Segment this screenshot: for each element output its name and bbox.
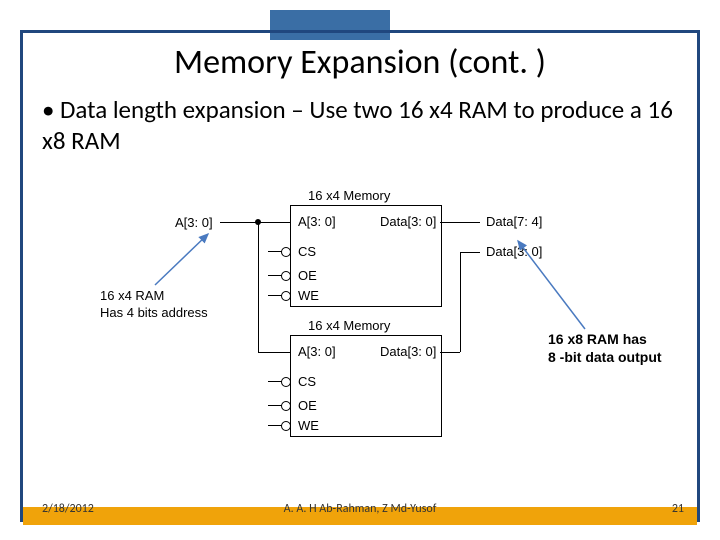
mem2-cs-wire: [268, 381, 282, 382]
mem2-cs-bubble: [281, 377, 291, 387]
bullet-text: Data length expansion – Use two 16 x4 RA…: [42, 94, 673, 156]
mem2-data-h: [440, 352, 460, 353]
arrow-left-callout: [150, 230, 220, 290]
mem2-addr-pin: A[3: 0]: [298, 344, 336, 359]
mem1-oe-pin: OE: [298, 268, 317, 283]
mem2-cs-pin: CS: [298, 374, 316, 389]
mem2-oe-pin: OE: [298, 398, 317, 413]
callout-left-line1: 16 x4 RAM: [100, 288, 208, 305]
mem2-data-pin: Data[3: 0]: [380, 344, 436, 359]
slide-title: Memory Expansion (cont. ): [40, 42, 680, 83]
wire-addr-vert: [258, 222, 259, 352]
footer-authors: A. A. H Ab-Rahman, Z Md-Yusof: [0, 502, 720, 516]
wire-addr-h2: [258, 352, 290, 353]
mem2-oe-wire: [268, 405, 282, 406]
mem1-oe-wire: [268, 275, 282, 276]
addr-input-label: A[3: 0]: [175, 215, 213, 230]
mem1-we-wire: [268, 295, 282, 296]
out-hi-label: Data[7: 4]: [486, 214, 542, 229]
mem2-data-h2: [460, 252, 480, 253]
bullet-point: •Data length expansion – Use two 16 x4 R…: [42, 94, 682, 157]
mem1-data-pin: Data[3: 0]: [380, 214, 436, 229]
mem1-we-bubble: [281, 291, 291, 301]
mem2-oe-bubble: [281, 401, 291, 411]
mem1-addr-pin: A[3: 0]: [298, 214, 336, 229]
mem2-we-wire: [268, 425, 282, 426]
arrow-right-callout: [510, 237, 600, 337]
callout-right-line2: 8 -bit data output: [548, 348, 662, 366]
footer-page-number: 21: [672, 502, 684, 516]
mem2-we-pin: WE: [298, 418, 319, 433]
mem1-we-pin: WE: [298, 288, 319, 303]
mem2-title: 16 x4 Memory: [308, 318, 390, 333]
callout-left-line2: Has 4 bits address: [100, 305, 208, 322]
mem1-oe-bubble: [281, 271, 291, 281]
mem1-data-wire: [440, 222, 480, 223]
mem1-cs-pin: CS: [298, 244, 316, 259]
mem2-data-v: [460, 252, 461, 352]
mem1-cs-bubble: [281, 247, 291, 257]
callout-left: 16 x4 RAM Has 4 bits address: [100, 288, 208, 322]
bullet-marker: •: [42, 94, 60, 125]
mem1-cs-wire: [268, 251, 282, 252]
mem1-title: 16 x4 Memory: [308, 188, 390, 203]
mem2-we-bubble: [281, 421, 291, 431]
